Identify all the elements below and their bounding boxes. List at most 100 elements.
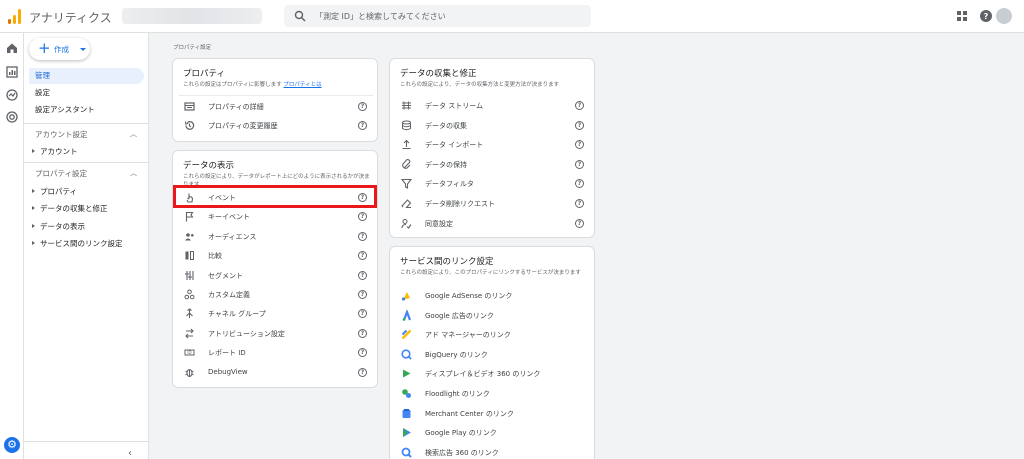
row-attribution[interactable]: アトリビューション設定? bbox=[173, 324, 379, 343]
row-audience[interactable]: オーディエンス? bbox=[173, 227, 379, 246]
help-circle-icon[interactable]: ? bbox=[575, 159, 584, 169]
row-dv360[interactable]: ディスプレイ＆ビデオ 360 のリンク bbox=[390, 364, 596, 383]
advertising-icon[interactable] bbox=[6, 111, 18, 123]
nav-item-settings[interactable]: 設定 bbox=[29, 85, 144, 101]
row-custom-definitions[interactable]: カスタム定義? bbox=[173, 285, 379, 304]
chevron-up-icon[interactable]: ︿ bbox=[130, 168, 137, 178]
help-circle-icon[interactable]: ? bbox=[575, 140, 584, 150]
audience-icon bbox=[185, 232, 194, 241]
row-search-ads-360[interactable]: 検索広告 360 のリンク bbox=[390, 443, 596, 459]
explore-icon[interactable] bbox=[6, 89, 18, 101]
analytics-logo[interactable] bbox=[8, 9, 22, 24]
google-play-icon bbox=[403, 428, 411, 438]
property-settings-heading[interactable]: プロパティ設定 bbox=[35, 168, 87, 179]
row-retention[interactable]: データの保持? bbox=[390, 155, 596, 174]
apps-grid-icon[interactable] bbox=[956, 10, 968, 22]
create-button-label: 作成 bbox=[54, 45, 69, 54]
expand-arrow-icon bbox=[32, 189, 35, 193]
nav-divider bbox=[24, 162, 149, 163]
nav-item-admin[interactable]: 管理 bbox=[29, 68, 144, 84]
svg-text:ID: ID bbox=[187, 350, 191, 355]
row-upload[interactable]: データ インポート? bbox=[390, 135, 596, 154]
nav-item-data-collection[interactable]: データの収集と修正 bbox=[32, 203, 108, 214]
chevron-up-icon[interactable]: ︿ bbox=[130, 129, 137, 139]
card-title: データの収集と修正 bbox=[400, 69, 477, 79]
help-circle-icon[interactable]: ? bbox=[358, 328, 367, 338]
create-button[interactable]: + 作成 bbox=[29, 38, 90, 60]
nav-item-data-display[interactable]: データの表示 bbox=[32, 221, 85, 232]
row-ad-manager[interactable]: アド マネージャーのリンク bbox=[390, 325, 596, 344]
account-selector[interactable] bbox=[122, 8, 262, 24]
row-channel-group[interactable]: チャネル グループ? bbox=[173, 304, 379, 323]
help-circle-icon[interactable]: ? bbox=[358, 309, 367, 319]
row-database[interactable]: データの収集? bbox=[390, 116, 596, 135]
help-circle-icon[interactable]: ? bbox=[575, 218, 584, 228]
property-card: プロパティ これらの設定はプロパティに影響します プロパティとは プロパティの詳… bbox=[172, 58, 378, 142]
row-report-id[interactable]: ID レポート ID? bbox=[173, 343, 379, 362]
help-circle-icon[interactable]: ? bbox=[358, 231, 367, 241]
row-google-ads[interactable]: Google 広告のリンク bbox=[390, 306, 596, 325]
help-icon[interactable]: ? bbox=[980, 10, 992, 22]
help-circle-icon[interactable]: ? bbox=[358, 251, 367, 261]
row-label: アトリビューション設定 bbox=[208, 329, 285, 338]
channel-group-icon bbox=[186, 308, 193, 319]
row-adsense[interactable]: Google AdSense のリンク bbox=[390, 286, 596, 305]
nav-item-property[interactable]: プロパティ bbox=[32, 186, 77, 197]
help-circle-icon[interactable]: ? bbox=[575, 120, 584, 130]
row-debug[interactable]: DebugView? bbox=[173, 363, 379, 382]
help-circle-icon[interactable]: ? bbox=[575, 179, 584, 189]
help-circle-icon[interactable]: ? bbox=[358, 270, 367, 280]
row-floodlight[interactable]: Floodlight のリンク bbox=[390, 384, 596, 403]
row-label: Floodlight のリンク bbox=[425, 390, 490, 398]
row-label: データ ストリーム bbox=[425, 102, 484, 110]
row-consent[interactable]: 同意設定? bbox=[390, 214, 596, 233]
row-label: DebugView bbox=[208, 367, 248, 376]
home-icon[interactable] bbox=[6, 42, 18, 54]
divider bbox=[179, 95, 373, 96]
row-merchant-center[interactable]: Merchant Center のリンク bbox=[390, 404, 596, 423]
property-details-icon bbox=[184, 102, 195, 111]
help-circle-icon[interactable]: ? bbox=[358, 348, 367, 358]
row-compare[interactable]: 比較? bbox=[173, 246, 379, 265]
row-segment[interactable]: セグメント? bbox=[173, 266, 379, 285]
nav-item-product-links[interactable]: サービス間のリンク設定 bbox=[32, 238, 123, 249]
row-data-stream[interactable]: データ ストリーム? bbox=[390, 96, 596, 115]
help-circle-icon[interactable]: ? bbox=[358, 121, 367, 130]
row-eraser[interactable]: データ削除リクエスト? bbox=[390, 194, 596, 213]
card-description: これらの設定により、データの収集方法と変更方法が決まります bbox=[400, 82, 560, 88]
what-is-property-link[interactable]: プロパティとは bbox=[283, 82, 321, 88]
card-title: プロパティ bbox=[183, 69, 225, 79]
nav-item-setup-assistant[interactable]: 設定アシスタント bbox=[29, 102, 144, 118]
help-circle-icon[interactable]: ? bbox=[358, 290, 367, 299]
admin-gear-icon[interactable]: ⚙ bbox=[4, 437, 20, 453]
row-bigquery[interactable]: BigQuery のリンク bbox=[390, 345, 596, 364]
help-circle-icon[interactable]: ? bbox=[575, 101, 584, 110]
search-placeholder: 「測定 ID」と検索してみてください bbox=[315, 12, 446, 21]
top-bar: アナリティクス 「測定 ID」と検索してみてください ? bbox=[0, 0, 1024, 33]
row-label: キーイベント bbox=[208, 213, 250, 222]
search-bar[interactable]: 「測定 ID」と検索してみてください bbox=[284, 5, 591, 27]
side-nav: + 作成 管理 設定 設定アシスタント アカウント設定 ︿ アカウント プロパテ… bbox=[24, 33, 149, 459]
account-settings-heading[interactable]: アカウント設定 bbox=[35, 129, 88, 140]
row-label: データ インポート bbox=[425, 141, 484, 150]
custom-definitions-icon bbox=[184, 289, 195, 300]
row-property-change-history[interactable]: プロパティの変更履歴 ? bbox=[173, 116, 379, 135]
row-flag[interactable]: キーイベント? bbox=[173, 207, 379, 226]
help-circle-icon[interactable]: ? bbox=[575, 199, 584, 208]
row-google-play[interactable]: Google Play のリンク bbox=[390, 423, 596, 442]
account-avatar[interactable] bbox=[996, 8, 1012, 24]
row-label: レポート ID bbox=[208, 349, 246, 358]
collapse-nav-icon[interactable]: ‹ bbox=[128, 448, 132, 459]
row-label: チャネル グループ bbox=[208, 310, 266, 319]
help-circle-icon[interactable]: ? bbox=[358, 212, 367, 222]
nav-item-account[interactable]: アカウント bbox=[32, 146, 78, 157]
reports-icon[interactable] bbox=[6, 66, 18, 78]
help-circle-icon[interactable]: ? bbox=[358, 102, 367, 111]
row-property-details[interactable]: プロパティの詳細 ? bbox=[173, 97, 379, 116]
report-id-icon: ID bbox=[184, 349, 195, 356]
nav-divider bbox=[24, 441, 149, 442]
row-filter[interactable]: データフィルタ? bbox=[390, 174, 596, 193]
row-label: アド マネージャーのリンク bbox=[425, 331, 511, 340]
consent-icon bbox=[401, 218, 412, 229]
help-circle-icon[interactable]: ? bbox=[358, 367, 367, 377]
